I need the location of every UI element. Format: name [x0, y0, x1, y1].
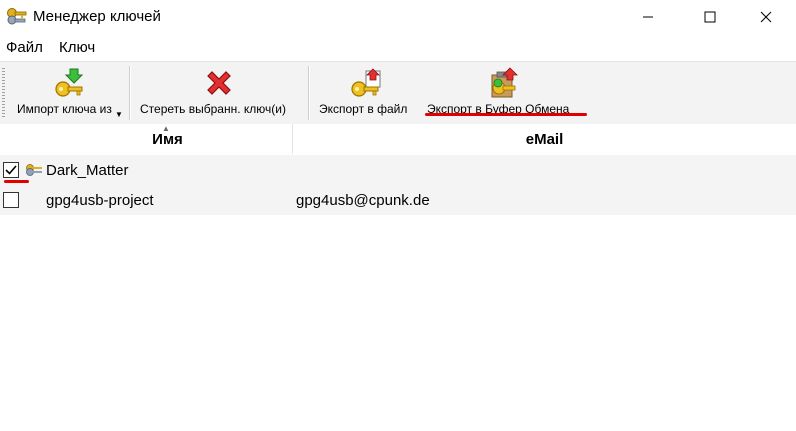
annotation-underline [4, 180, 29, 183]
window-title: Менеджер ключей [33, 8, 161, 25]
close-icon [760, 11, 772, 23]
annotation-underline [425, 113, 587, 116]
key-name: gpg4usb-project [46, 192, 154, 209]
export-file-label: Экспорт в файл [319, 102, 408, 116]
key-name: Dark_Matter [46, 162, 129, 179]
minimize-icon [643, 16, 653, 18]
keys-app-icon [7, 8, 27, 25]
sort-ascending-icon: ▲ [162, 124, 170, 133]
dropdown-arrow-icon[interactable]: ▼ [115, 110, 123, 119]
key-pair-icon [26, 164, 42, 176]
minimize-button[interactable] [625, 0, 671, 34]
export-file-icon [351, 68, 381, 97]
column-header-email[interactable]: eMail [293, 124, 796, 154]
close-button[interactable] [743, 0, 789, 34]
key-email: gpg4usb@cpunk.de [296, 192, 430, 209]
row-checkbox[interactable] [3, 162, 19, 178]
menu-key[interactable]: Ключ [59, 39, 95, 56]
import-key-icon [55, 68, 84, 97]
toolbar-grip[interactable] [2, 68, 5, 118]
table-row[interactable]: Dark_Matter [0, 155, 796, 185]
delete-key-label: Стереть выбранн. ключ(и) [140, 102, 286, 116]
export-file-button[interactable]: Экспорт в файл [313, 62, 419, 122]
list-header: Имя ▲ eMail [0, 124, 796, 154]
maximize-icon [704, 11, 716, 23]
import-key-button[interactable]: Импорт ключа из ▼ [8, 62, 128, 122]
menu-file[interactable]: Файл [6, 39, 43, 56]
delete-key-button[interactable]: Стереть выбранн. ключ(и) [133, 62, 305, 122]
menu-bar: Файл Ключ [0, 35, 796, 59]
title-bar: Менеджер ключей [0, 0, 796, 34]
toolbar: Импорт ключа из ▼ Стереть выбранн. ключ(… [0, 61, 796, 125]
table-row[interactable]: gpg4usb-project gpg4usb@cpunk.de [0, 185, 796, 215]
checkmark-icon [5, 165, 17, 175]
toolbar-separator [308, 66, 310, 120]
export-clipboard-icon [491, 67, 518, 98]
import-key-label: Импорт ключа из [17, 102, 112, 116]
row-checkbox[interactable] [3, 192, 19, 208]
delete-x-icon [207, 71, 231, 95]
toolbar-separator [129, 66, 131, 120]
maximize-button[interactable] [687, 0, 733, 34]
